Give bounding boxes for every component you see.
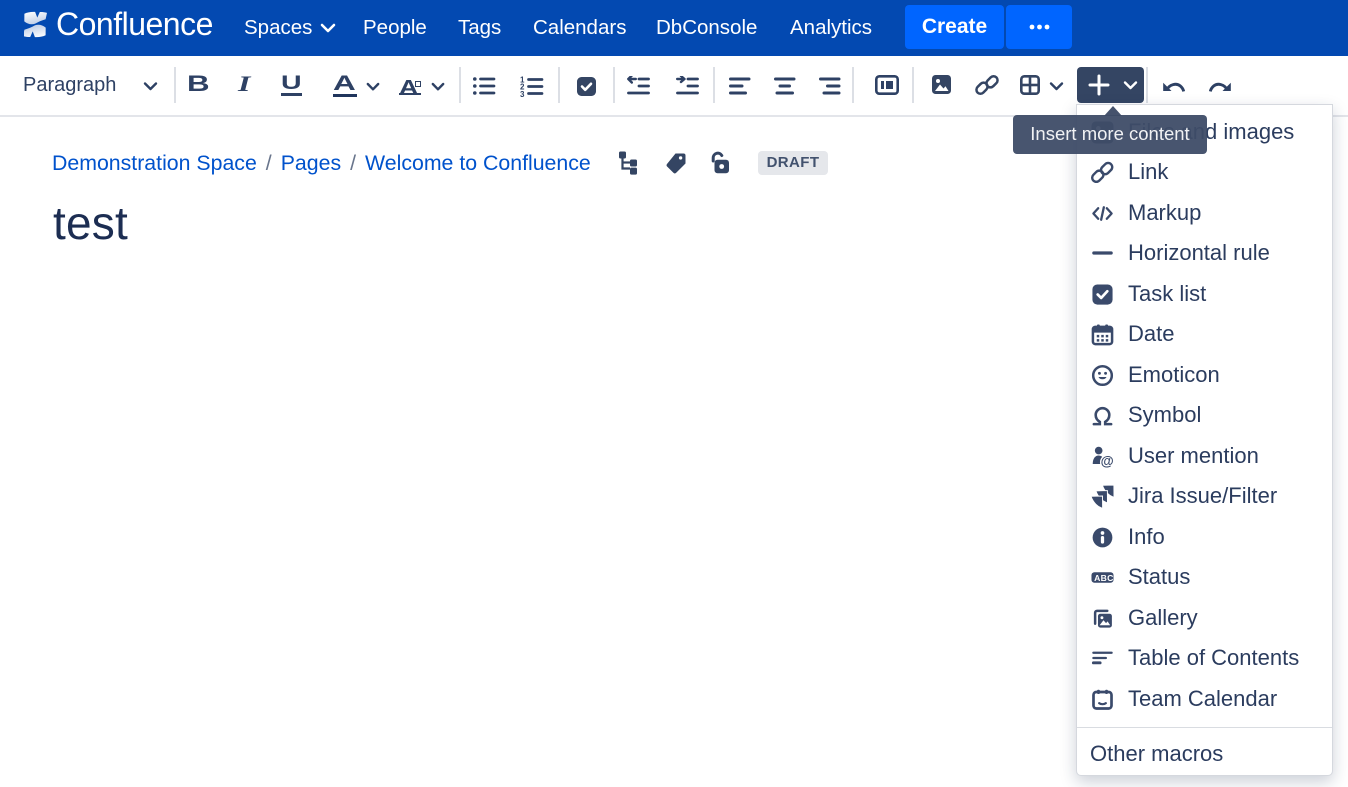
svg-text:ABC: ABC (1094, 573, 1114, 583)
svg-text:3: 3 (520, 90, 525, 97)
svg-text:@: @ (1100, 453, 1113, 467)
